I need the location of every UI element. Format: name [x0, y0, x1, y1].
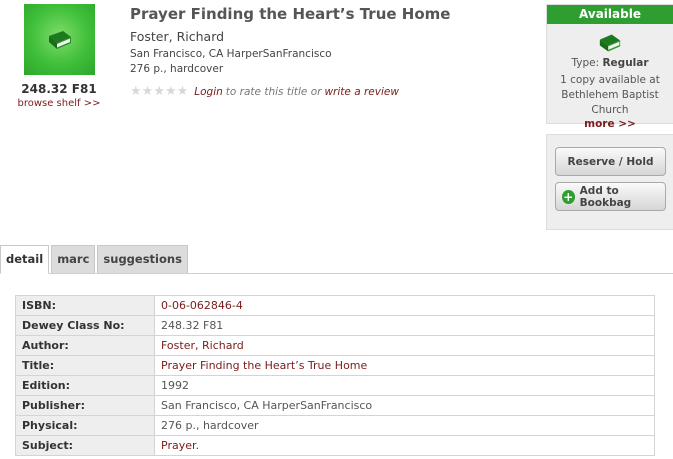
reserve-hold-button[interactable]: Reserve / Hold: [555, 147, 666, 176]
copies-info: 1 copy available at Bethlehem Baptist Ch…: [547, 73, 673, 118]
item-type: Type: Regular: [547, 57, 673, 69]
tab-detail[interactable]: detail: [0, 245, 50, 274]
rating-row: ★★★★★ Login to rate this title or write …: [130, 84, 399, 99]
star-icon[interactable]: ★: [142, 84, 154, 99]
browse-shelf-link[interactable]: browse shelf >>: [0, 98, 118, 109]
detail-label: Publisher:: [15, 395, 155, 416]
publisher-value: San Francisco, CA HarperSanFrancisco: [154, 395, 655, 416]
detail-label: Dewey Class No:: [15, 315, 155, 336]
rating-prompt-text: to rate this title or: [225, 85, 322, 98]
detail-label: Subject:: [15, 435, 155, 456]
star-icon[interactable]: ★: [165, 84, 177, 99]
item-type-value: Regular: [602, 57, 649, 69]
more-link[interactable]: more >>: [547, 118, 673, 130]
detail-label: Title:: [15, 355, 155, 376]
login-link[interactable]: Login: [194, 86, 223, 98]
record-tabs: detail marc suggestions: [0, 245, 190, 274]
tab-marc[interactable]: marc: [51, 245, 96, 274]
detail-label: Author:: [15, 335, 155, 356]
record-publication: San Francisco, CA HarperSanFrancisco: [130, 48, 332, 60]
table-row: Dewey Class No: 248.32 F81: [15, 315, 655, 336]
add-to-bookbag-button[interactable]: + Add to Bookbag: [555, 182, 666, 211]
call-number: 248.32 F81: [21, 82, 97, 96]
table-row: Edition: 1992: [15, 375, 655, 396]
availability-panel: Available Type: Regular 1 copy available…: [546, 4, 673, 130]
star-icon[interactable]: ★: [153, 84, 165, 99]
add-to-bookbag-label: Add to Bookbag: [579, 184, 632, 209]
write-review-link[interactable]: write a review: [324, 86, 398, 98]
table-row: Author: Foster, Richard: [15, 335, 655, 356]
isbn-value[interactable]: 0-06-062846-4: [154, 295, 655, 316]
plus-icon: +: [562, 189, 575, 204]
physical-value: 276 p., hardcover: [154, 415, 655, 436]
table-row: ISBN: 0-06-062846-4: [15, 295, 655, 316]
star-icon[interactable]: ★: [130, 84, 142, 99]
book-icon: [599, 34, 621, 52]
copies-location: Bethlehem Baptist Church: [561, 89, 659, 116]
subject-value[interactable]: Prayer.: [154, 435, 655, 456]
dewey-value: 248.32 F81: [154, 315, 655, 336]
availability-status: Available: [547, 5, 673, 24]
actions-panel: Reserve / Hold + Add to Bookbag: [546, 134, 673, 230]
detail-table: ISBN: 0-06-062846-4 Dewey Class No: 248.…: [15, 295, 655, 456]
book-cover[interactable]: [24, 4, 95, 75]
item-type-label: Type:: [571, 57, 600, 69]
copies-count: 1 copy available at: [560, 74, 660, 86]
tab-suggestions[interactable]: suggestions: [97, 245, 188, 274]
record-title: Prayer Finding the Heart’s True Home: [130, 5, 451, 23]
table-row: Publisher: San Francisco, CA HarperSanFr…: [15, 395, 655, 416]
table-row: Title: Prayer Finding the Heart’s True H…: [15, 355, 655, 376]
author-value[interactable]: Foster, Richard: [154, 335, 655, 356]
record-author: Foster, Richard: [130, 29, 225, 44]
rating-stars[interactable]: ★★★★★: [130, 84, 188, 99]
table-row: Physical: 276 p., hardcover: [15, 415, 655, 436]
table-row: Subject: Prayer.: [15, 435, 655, 456]
tab-divider: [49, 273, 673, 274]
star-icon[interactable]: ★: [177, 84, 189, 99]
book-icon: [48, 30, 71, 49]
edition-value: 1992: [154, 375, 655, 396]
title-value[interactable]: Prayer Finding the Heart’s True Home: [154, 355, 655, 376]
detail-label: Physical:: [15, 415, 155, 436]
record-physical: 276 p., hardcover: [130, 63, 224, 75]
detail-label: Edition:: [15, 375, 155, 396]
detail-label: ISBN:: [15, 295, 155, 316]
